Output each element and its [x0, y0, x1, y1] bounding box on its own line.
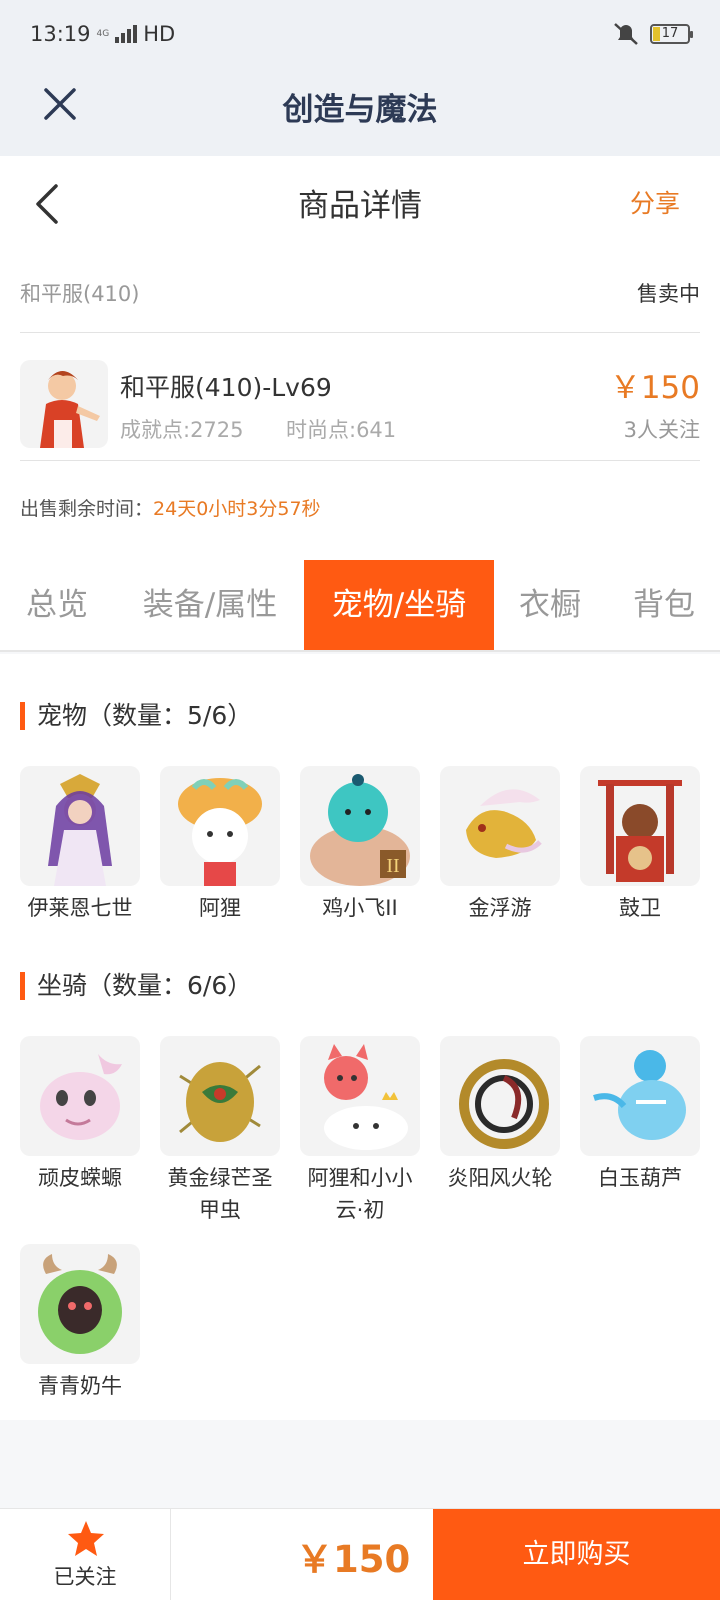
mount-thumbnail	[300, 1036, 420, 1156]
hd-indicator: HD	[143, 22, 176, 46]
product-detail: 商品详情 分享 和平服(410) 售卖中 和平服(410)-Lv69 成就点:2…	[0, 156, 720, 560]
mount-name: 顽皮蝾螈	[38, 1166, 122, 1190]
mount-item[interactable]: 炎阳风火轮	[440, 1036, 560, 1194]
divider	[20, 332, 700, 333]
mount-item[interactable]: 青青奶牛	[20, 1244, 140, 1402]
battery-icon: 17	[650, 24, 693, 44]
follower-count: 3人关注	[623, 418, 700, 442]
app-header: 13:19 4G HD 17 创造与魔法	[0, 0, 720, 156]
mounts-section-title: 坐骑（数量：6/6）	[20, 972, 252, 1000]
star-icon	[68, 1521, 104, 1556]
mount-name: 黄金绿芒圣甲虫	[167, 1166, 273, 1222]
status-bar: 13:19 4G HD	[30, 22, 175, 46]
app-title: 创造与魔法	[282, 92, 438, 128]
divider	[20, 460, 700, 461]
character-name: 和平服(410)-Lv69	[120, 373, 332, 402]
mount-thumbnail	[440, 1036, 560, 1156]
sale-status: 售卖中	[637, 282, 700, 306]
mount-item[interactable]: 顽皮蝾螈	[20, 1036, 140, 1194]
mount-name: 白玉葫芦	[598, 1166, 682, 1190]
remaining-label: 出售剩余时间：	[20, 498, 154, 520]
pet-thumbnail	[580, 766, 700, 886]
follow-label: 已关注	[53, 1565, 117, 1589]
pet-name: 阿狸	[199, 896, 241, 920]
bottom-price: ￥150	[296, 1538, 411, 1581]
tab-wardrobe[interactable]: 衣橱	[504, 560, 596, 650]
mount-name: 炎阳风火轮	[447, 1166, 553, 1190]
follow-button[interactable]: 已关注	[0, 1509, 171, 1600]
pet-item[interactable]: 阿狸	[160, 766, 280, 924]
mount-name: 阿狸和小小云·初	[307, 1166, 413, 1222]
mount-thumbnail	[20, 1244, 140, 1364]
network-type: 4G	[96, 29, 110, 39]
tab-equipment[interactable]: 装备/属性	[130, 560, 290, 650]
status-right: 17	[612, 22, 693, 46]
page-title: 商品详情	[298, 188, 422, 224]
mount-item[interactable]: 黄金绿芒圣甲虫	[160, 1036, 280, 1226]
remaining-value: 24天0小时3分57秒	[153, 498, 321, 520]
signal-icon	[115, 25, 138, 43]
remaining-time: 出售剩余时间：24天0小时3分57秒	[20, 494, 321, 521]
status-time: 13:19	[30, 22, 91, 46]
mute-vibrate-icon	[614, 23, 638, 45]
mount-item[interactable]: 白玉葫芦	[580, 1036, 700, 1194]
pet-thumbnail	[160, 766, 280, 886]
mount-item[interactable]: 阿狸和小小云·初	[300, 1036, 420, 1226]
pet-item[interactable]: 鼓卫	[580, 766, 700, 924]
mount-thumbnail	[20, 1036, 140, 1156]
pets-section-title: 宠物（数量：5/6）	[20, 702, 252, 730]
tab-bar: 总览 装备/属性 宠物/坐骑 衣橱 背包	[0, 560, 720, 652]
achievement-points: 成就点:2725	[120, 418, 244, 442]
mount-thumbnail	[160, 1036, 280, 1156]
pet-name: 伊莱恩七世	[27, 896, 133, 920]
pet-name: 鸡小飞II	[322, 896, 398, 920]
share-button[interactable]: 分享	[630, 184, 680, 220]
pets-mounts-panel: 宠物（数量：5/6） 伊莱恩七世 阿狸 II 鸡小飞II 金浮游 鼓卫 坐骑（数…	[0, 654, 720, 1420]
battery-level: 17	[661, 26, 679, 41]
mount-thumbnail	[580, 1036, 700, 1156]
pet-item[interactable]: II 鸡小飞II	[300, 766, 420, 924]
price: ￥150	[609, 370, 700, 406]
pet-thumbnail	[440, 766, 560, 886]
pet-thumbnail	[20, 766, 140, 886]
server-name: 和平服(410)	[20, 282, 140, 306]
tab-overview[interactable]: 总览	[0, 560, 114, 650]
svg-text:II: II	[386, 855, 399, 877]
pet-name: 鼓卫	[619, 896, 661, 920]
character-avatar	[20, 360, 108, 448]
fashion-points: 时尚点:641	[286, 418, 397, 442]
mount-name: 青青奶牛	[38, 1374, 122, 1398]
pet-thumbnail: II	[300, 766, 420, 886]
tab-pets-mounts[interactable]: 宠物/坐骑	[304, 560, 494, 650]
tab-backpack[interactable]: 背包	[618, 560, 710, 650]
bottom-bar: 已关注 ￥150 立即购买	[0, 1508, 720, 1600]
pet-item[interactable]: 伊莱恩七世	[20, 766, 140, 924]
pet-item[interactable]: 金浮游	[440, 766, 560, 924]
pet-name: 金浮游	[468, 896, 532, 920]
buy-now-button[interactable]: 立即购买	[433, 1509, 720, 1600]
